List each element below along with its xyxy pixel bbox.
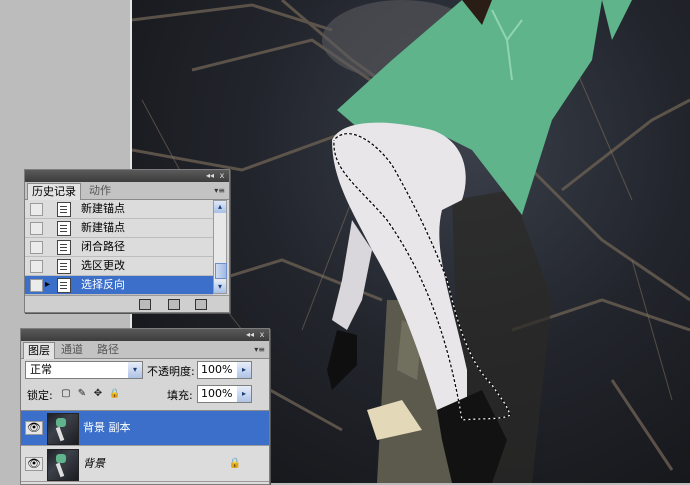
tab-history[interactable]: 历史记录 (27, 183, 81, 200)
blend-mode-select[interactable]: 正常 ▾ (25, 361, 143, 379)
opacity-value: 100% (201, 363, 233, 376)
panel-menu-button[interactable]: ▾≡ (254, 345, 265, 354)
scroll-thumb[interactable] (215, 263, 227, 279)
fill-label: 填充: (167, 389, 193, 402)
panel-menu-button[interactable]: ▾≡ (214, 186, 225, 195)
lock-move-icon[interactable]: ✥ (93, 389, 103, 399)
layer-row-background[interactable]: 👁 背景 🔒 (21, 447, 269, 482)
opacity-label: 不透明度: (147, 365, 195, 378)
close-panel-button[interactable]: x (257, 330, 267, 340)
history-item[interactable]: 新建锚点 (25, 200, 213, 219)
history-source-checkbox[interactable] (30, 203, 43, 216)
history-item[interactable]: 新建锚点 (25, 219, 213, 238)
tab-paths[interactable]: 路径 (93, 342, 123, 358)
close-panel-button[interactable]: x (217, 171, 227, 181)
fill-value: 100% (201, 387, 233, 400)
history-item-label: 闭合路径 (81, 240, 125, 253)
history-source-checkbox[interactable] (30, 222, 43, 235)
history-state-icon (57, 240, 71, 255)
lock-label: 锁定: (27, 389, 53, 402)
history-panel-titlebar[interactable]: ◂◂ x (25, 170, 229, 182)
collapse-panel-button[interactable]: ◂◂ (245, 330, 255, 340)
layers-list: 👁 背景 副本 👁 背景 🔒 (21, 410, 269, 484)
history-scrollbar[interactable]: ▴ ▾ (213, 200, 227, 294)
fill-slider-button[interactable]: ▸ (237, 386, 251, 402)
history-panel-tabs: 历史记录 动作 ▾≡ (25, 182, 229, 200)
tab-channels[interactable]: 通道 (57, 342, 87, 358)
history-item-label: 选区更改 (81, 259, 125, 272)
opacity-input[interactable]: 100% ▸ (197, 361, 252, 379)
layers-panel-tabs: 图层 通道 路径 ▾≡ (21, 341, 269, 359)
history-item-label: 选择反向 (81, 278, 125, 291)
chevron-down-icon[interactable]: ▾ (128, 362, 142, 378)
history-footer (25, 295, 229, 312)
layer-name[interactable]: 背景 (83, 457, 105, 471)
history-item-selected[interactable]: ▸ 选择反向 (25, 276, 213, 295)
blend-opacity-row: 正常 ▾ 不透明度: 100% ▸ (21, 360, 269, 382)
history-state-icon (57, 278, 71, 293)
opacity-slider-button[interactable]: ▸ (237, 362, 251, 378)
layer-row-background-copy[interactable]: 👁 背景 副本 (21, 411, 269, 446)
history-item-label: 新建锚点 (81, 221, 125, 234)
lock-paint-icon[interactable]: ✎ (77, 389, 87, 399)
history-item[interactable]: 闭合路径 (25, 238, 213, 257)
lock-fill-row: 锁定: ▢ ✎ ✥ 🔒 填充: 100% ▸ (21, 384, 269, 406)
layers-panel: ◂◂ x 图层 通道 路径 ▾≡ 正常 ▾ 不透明度: 100% ▸ 锁定: ▢… (20, 328, 270, 485)
tab-actions[interactable]: 动作 (85, 183, 115, 199)
new-snapshot-icon[interactable] (139, 299, 151, 310)
trash-icon[interactable] (195, 299, 207, 310)
layer-lock-icon: 🔒 (228, 458, 241, 469)
blend-mode-value: 正常 (30, 363, 52, 376)
eye-icon[interactable]: 👁 (25, 421, 43, 435)
history-source-checkbox[interactable] (30, 260, 43, 273)
scroll-down-button[interactable]: ▾ (214, 281, 226, 293)
history-source-checkbox[interactable] (30, 279, 43, 292)
history-list: 新建锚点 新建锚点 闭合路径 选区更改 ▸ 选择反向 (25, 200, 213, 295)
history-state-arrow-icon: ▸ (45, 279, 51, 290)
history-state-icon (57, 259, 71, 274)
tab-layers[interactable]: 图层 (23, 342, 55, 359)
layer-thumbnail (47, 413, 79, 445)
layer-thumbnail (47, 449, 79, 481)
collapse-panel-button[interactable]: ◂◂ (205, 171, 215, 181)
history-item-label: 新建锚点 (81, 202, 125, 215)
scroll-up-button[interactable]: ▴ (214, 201, 226, 213)
new-document-icon[interactable] (168, 299, 180, 310)
lock-all-icon[interactable]: 🔒 (109, 389, 120, 399)
eye-icon[interactable]: 👁 (25, 457, 43, 471)
history-source-checkbox[interactable] (30, 241, 43, 254)
layers-panel-titlebar[interactable]: ◂◂ x (21, 329, 269, 341)
history-panel: ◂◂ x 历史记录 动作 ▾≡ 新建锚点 新建锚点 闭合路径 选区更改 ▸ 选择… (24, 169, 230, 313)
history-state-icon (57, 221, 71, 236)
history-state-icon (57, 202, 71, 217)
fill-input[interactable]: 100% ▸ (197, 385, 252, 403)
lock-transparency-icon[interactable]: ▢ (61, 389, 71, 399)
layer-name[interactable]: 背景 副本 (83, 421, 131, 435)
history-item[interactable]: 选区更改 (25, 257, 213, 276)
